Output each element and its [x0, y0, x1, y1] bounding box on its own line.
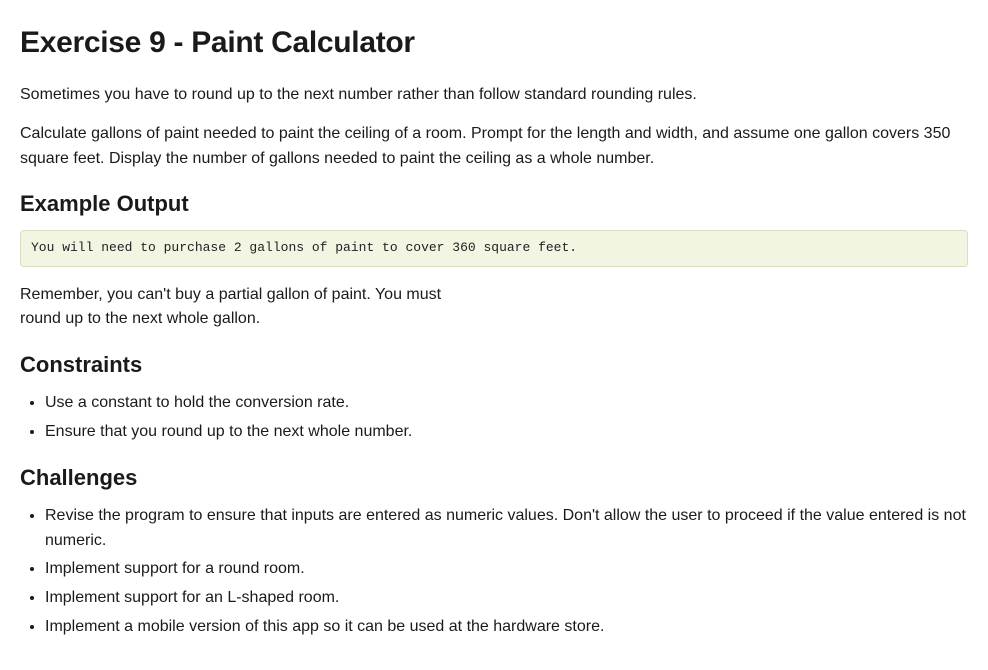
intro-paragraph-2: Calculate gallons of paint needed to pai… [20, 122, 968, 172]
list-item: Revise the program to ensure that inputs… [45, 504, 968, 554]
challenges-heading: Challenges [20, 461, 968, 494]
intro-paragraph-1: Sometimes you have to round up to the ne… [20, 83, 968, 108]
page-title: Exercise 9 - Paint Calculator [20, 20, 968, 65]
constraints-list: Use a constant to hold the conversion ra… [20, 391, 968, 445]
list-item: Implement support for a round room. [45, 557, 968, 582]
example-output-heading: Example Output [20, 187, 968, 220]
list-item: Implement a mobile version of this app s… [45, 615, 968, 640]
challenges-list: Revise the program to ensure that inputs… [20, 504, 968, 640]
reminder-paragraph: Remember, you can't buy a partial gallon… [20, 283, 460, 333]
list-item: Use a constant to hold the conversion ra… [45, 391, 968, 416]
list-item: Ensure that you round up to the next who… [45, 420, 968, 445]
example-output-code: You will need to purchase 2 gallons of p… [20, 230, 968, 266]
constraints-heading: Constraints [20, 348, 968, 381]
